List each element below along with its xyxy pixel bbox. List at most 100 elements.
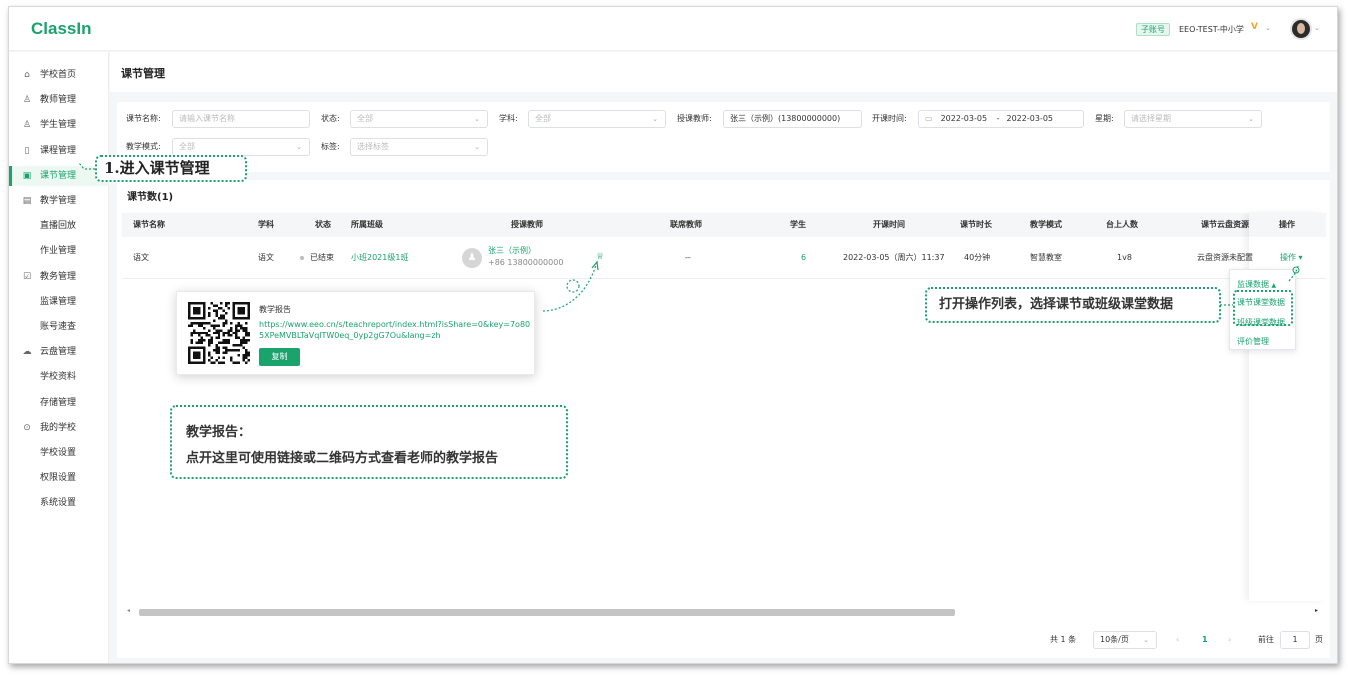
chevron-down-icon[interactable]: ⌄	[1265, 24, 1271, 32]
sidebar-item-label: 权限设置	[40, 473, 77, 484]
sidebar-item-5[interactable]: ▤ 教学管理	[9, 191, 109, 211]
tag-select[interactable]: 选择标签 ⌄	[350, 138, 488, 156]
cell-subject: 语文	[258, 253, 274, 262]
sidebar-item-label: 系统设置	[40, 498, 77, 509]
sidebar-item-3[interactable]: ▯ 课程管理	[9, 141, 109, 161]
calendar-icon: ▣	[22, 170, 32, 181]
scrollbar-thumb[interactable]	[139, 609, 955, 616]
sidebar-item-label: 教务管理	[40, 271, 77, 282]
chevron-down-icon[interactable]: ⌄	[1314, 24, 1320, 32]
cell-class[interactable]: 小班2021级1班	[351, 237, 408, 279]
sidebar-item-1[interactable]: ♙ 教师管理	[9, 90, 109, 110]
subject-select[interactable]: 全部 ⌄	[528, 110, 666, 128]
chevron-down-icon: ⌄	[652, 115, 658, 123]
sidebar-item-label: 学生管理	[40, 120, 77, 131]
sidebar-item-16[interactable]: 权限设置	[9, 468, 109, 488]
cell-start-time: 2022-03-05（周六）11:37	[843, 253, 945, 262]
sidebar-item-2[interactable]: ♙ 学生管理	[9, 115, 109, 135]
column-header: 学生	[790, 220, 806, 229]
column-header: 学科	[258, 220, 274, 229]
chevron-down-icon: ⌄	[474, 115, 480, 123]
column-header: 开课时间	[873, 220, 905, 229]
sidebar-item-13[interactable]: 存储管理	[9, 393, 109, 413]
sidebar-item-14[interactable]: ⊙ 我的学校	[9, 418, 109, 438]
callout-operations: 打开操作列表，选择课节或班级课堂数据	[925, 287, 1221, 323]
users-icon: ♙	[22, 120, 32, 131]
sidebar-item-15[interactable]: 学校设置	[9, 443, 109, 463]
column-header: 台上人数	[1106, 220, 1138, 229]
horizontal-scrollbar[interactable]: ◂ ▸	[125, 607, 1325, 617]
teacher-select[interactable]: 张三（示例）(13800000000)	[723, 110, 862, 128]
mode-select[interactable]: 全部 ⌄	[172, 138, 310, 156]
lesson-name-input[interactable]: 请输入课节名称	[172, 110, 310, 128]
prev-page-icon[interactable]: ‹	[1176, 631, 1179, 649]
subject-value: 全部	[535, 114, 551, 123]
table-row[interactable]: 语文 语文 已结束 小班2021级1班 ♟ 张三（示例） +86 1380000…	[122, 237, 1326, 279]
column-header: 课节云盘资源	[1201, 220, 1249, 229]
scroll-right-icon[interactable]: ▸	[1315, 607, 1318, 614]
sidebar-item-4[interactable]: ▣ 课节管理	[9, 165, 109, 186]
date-range-picker[interactable]: ▭ 2022-03-05 -2022-03-05	[918, 110, 1084, 128]
checkbox-icon: ☑	[22, 271, 32, 282]
subject-label: 学科:	[499, 114, 518, 123]
sidebar-item-label: 我的学校	[40, 422, 77, 433]
caret-up-icon: ▲	[1271, 282, 1277, 289]
sidebar-item-label: 直播回放	[40, 221, 77, 232]
status-select[interactable]: 全部 ⌄	[350, 110, 488, 128]
report-title: 教学报告	[259, 305, 291, 314]
column-header: 课节时长	[960, 220, 992, 229]
menu-evaluation[interactable]: 评价管理	[1237, 335, 1269, 349]
sidebar-item-17[interactable]: 系统设置	[9, 493, 109, 513]
sidebar-item-9[interactable]: 监课管理	[9, 292, 109, 312]
cell-teacher-name[interactable]: 张三（示例）	[488, 245, 536, 256]
teaching-report-popup: 教学报告 https://www.eeo.cn/s/teachreport/in…	[176, 291, 535, 375]
column-header: 教学模式	[1030, 220, 1062, 229]
sidebar-item-8[interactable]: ☑ 教务管理	[9, 267, 109, 287]
chevron-down-icon: ⌄	[296, 143, 302, 151]
sidebar-item-label: 作业管理	[40, 246, 77, 257]
report-link[interactable]: https://www.eeo.cn/s/teachreport/index.h…	[259, 319, 531, 341]
date-to: 2022-03-05	[1006, 114, 1054, 123]
sidebar-item-6[interactable]: 直播回放	[9, 216, 109, 236]
copy-button[interactable]: 复制	[259, 348, 300, 366]
mode-label: 教学模式:	[126, 142, 161, 151]
page-number[interactable]: 1	[1202, 631, 1208, 649]
account-name[interactable]: EEO-TEST-中小学	[1179, 23, 1244, 36]
scroll-left-icon[interactable]: ◂	[127, 607, 130, 614]
sidebar-item-label: 课节管理	[40, 170, 77, 181]
sidebar-item-12[interactable]: 学校资料	[9, 367, 109, 387]
pagination-total: 共 1 条	[1050, 635, 1077, 644]
teacher-avatar-icon: ♟	[462, 248, 482, 268]
avatar[interactable]	[1290, 18, 1312, 40]
chevron-down-icon: ⌄	[1248, 115, 1254, 123]
mode-value: 全部	[179, 142, 195, 151]
week-select[interactable]: 请选择星期 ⌄	[1124, 110, 1262, 128]
sidebar-item-label: 学校设置	[40, 448, 77, 458]
status-value: 全部	[357, 114, 373, 123]
qr-code[interactable]	[188, 302, 250, 364]
cell-students[interactable]: 6	[801, 237, 806, 279]
sidebar-item-7[interactable]: 作业管理	[9, 241, 109, 261]
chevron-down-icon: ⌄	[1143, 636, 1149, 644]
lesson-name-label: 课节名称:	[126, 114, 161, 123]
next-page-icon[interactable]: ›	[1228, 631, 1231, 649]
week-label: 星期:	[1095, 114, 1114, 123]
cell-duration: 40分钟	[964, 253, 991, 262]
cell-stage-count: 1v8	[1117, 253, 1132, 262]
classin-logo[interactable]: ClassIn	[31, 19, 91, 39]
sidebar-item-0[interactable]: ⌂ 学校首页	[9, 65, 109, 85]
sidebar: ⌂ 学校首页 ♙ 教师管理 ♙ 学生管理 ▯ 课程管理 ▣ 课节管理 ▤ 教学管理直播回放作业管理 ☑ 教…	[9, 52, 109, 663]
sidebar-item-10[interactable]: 账号速查	[9, 317, 109, 337]
cell-status: 已结束	[300, 237, 334, 279]
sidebar-item-label: 存储管理	[40, 397, 77, 408]
page-title: 课节管理	[121, 67, 165, 80]
sidebar-item-11[interactable]: ☁ 云盘管理	[9, 342, 109, 362]
page-size-select[interactable]: 10条/页 ⌄	[1093, 631, 1157, 649]
vip-badge-icon: V	[1251, 22, 1258, 32]
menu-highlight	[1233, 290, 1293, 326]
teaching-report-icon[interactable]: ♕	[596, 251, 604, 263]
sub-account-badge: 子账号	[1136, 23, 1170, 36]
goto-page-input[interactable]: 1	[1280, 631, 1310, 649]
tag-label: 标签:	[321, 142, 340, 151]
chart-icon: ▤	[22, 196, 32, 206]
